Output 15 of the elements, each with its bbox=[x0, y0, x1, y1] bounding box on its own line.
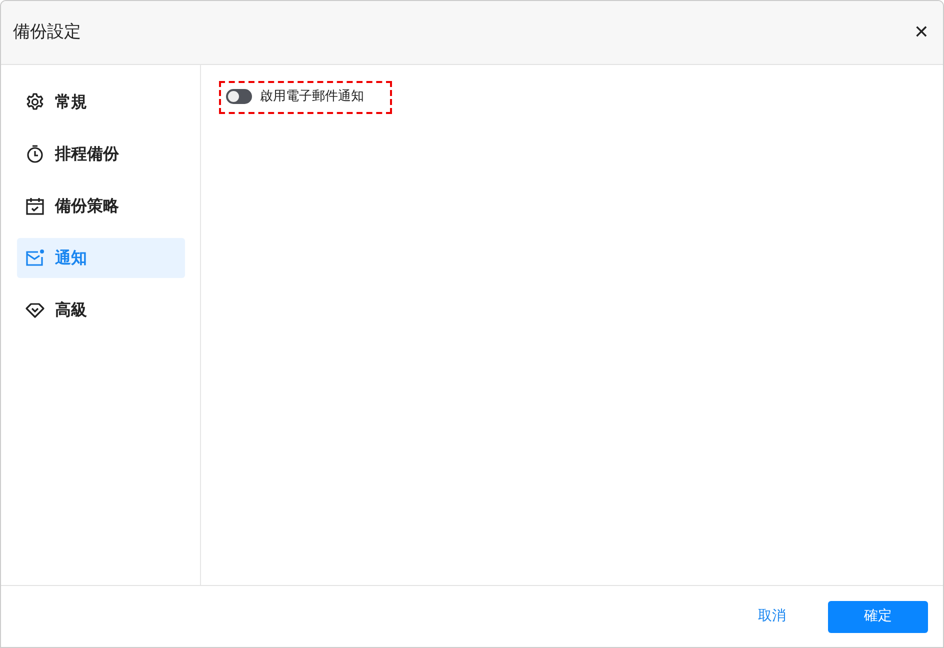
sidebar-item[interactable]: 備份策略 bbox=[17, 186, 185, 226]
sidebar-item[interactable]: 排程備份 bbox=[17, 134, 185, 174]
stopwatch-icon bbox=[25, 144, 45, 164]
toggle-label: 啟用電子郵件通知 bbox=[260, 88, 364, 106]
sidebar-item[interactable]: 常規 bbox=[17, 82, 185, 122]
sidebar-item[interactable]: 高級 bbox=[17, 290, 185, 330]
gear-icon bbox=[25, 92, 45, 112]
window-title: 備份設定 bbox=[13, 20, 81, 44]
toggle-switch[interactable] bbox=[226, 89, 252, 104]
calendar-icon bbox=[25, 196, 45, 216]
cancel-button[interactable]: 取消 bbox=[746, 600, 798, 633]
diamond-icon bbox=[25, 300, 45, 320]
mail-icon bbox=[25, 248, 45, 268]
confirm-button[interactable]: 確定 bbox=[828, 600, 928, 632]
close-button[interactable]: ✕ bbox=[912, 19, 931, 46]
